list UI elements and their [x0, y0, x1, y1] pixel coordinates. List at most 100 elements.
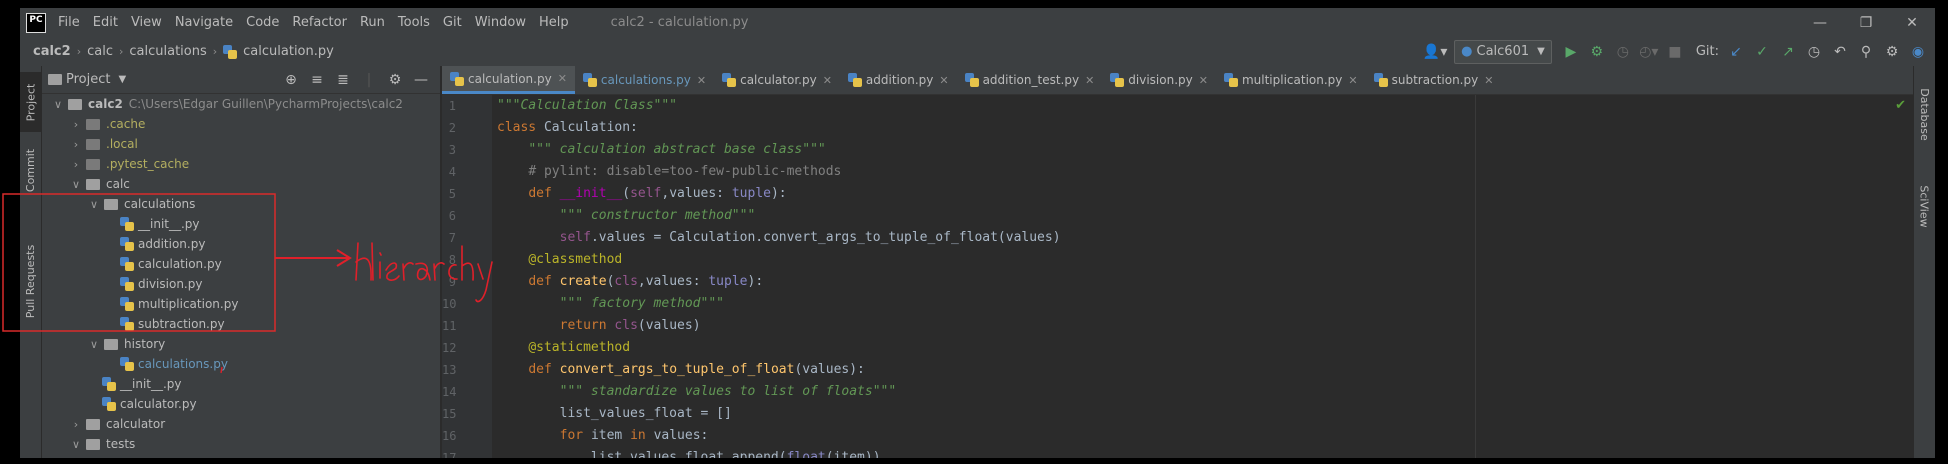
tree-item[interactable]: › .pytest_cache — [42, 154, 440, 174]
menu-code[interactable]: Code — [246, 15, 279, 30]
git-commit-icon[interactable]: ✓ — [1749, 40, 1775, 64]
tree-item[interactable]: division.py — [42, 274, 440, 294]
project-panel-title[interactable]: Project — [66, 72, 110, 87]
locate-file-icon[interactable]: ⊕ — [278, 72, 304, 88]
tree-item[interactable]: › .local — [42, 134, 440, 154]
expand-all-icon[interactable]: ≡ — [304, 72, 330, 88]
database-tool-tab[interactable]: Database — [1914, 74, 1935, 154]
profile-icon[interactable]: ◴▾ — [1636, 40, 1662, 64]
code-area[interactable]: """Calculation Class""" class Calculation… — [497, 95, 1061, 458]
editor-tab[interactable]: multiplication.py ✕ — [1216, 66, 1366, 94]
chevron-down-icon[interactable]: ∨ — [86, 338, 102, 351]
tree-item-label: history — [124, 337, 166, 351]
close-tab-icon[interactable]: ✕ — [1199, 74, 1208, 87]
menu-file[interactable]: File — [58, 15, 80, 30]
editor-tab[interactable]: calculator.py ✕ — [714, 66, 840, 94]
editor-tab[interactable]: calculations.py ✕ — [575, 66, 714, 94]
project-tool-tab[interactable]: Project — [20, 72, 41, 132]
breadcrumb-project[interactable]: calc2 — [33, 44, 71, 59]
stop-icon[interactable]: ■ — [1662, 40, 1688, 64]
line-number: 9 — [448, 275, 456, 289]
tree-item[interactable]: calculation.py — [42, 254, 440, 274]
chevron-right-icon[interactable]: › — [68, 138, 84, 151]
line-number: 1 — [448, 99, 456, 113]
collapse-all-icon[interactable]: ≣ — [330, 72, 356, 88]
breadcrumb-calc[interactable]: calc — [87, 44, 113, 59]
editor-tab[interactable]: subtraction.py ✕ — [1366, 66, 1502, 94]
chevron-down-icon[interactable]: ∨ — [68, 438, 84, 451]
gear-icon[interactable]: ⚙ — [382, 72, 408, 88]
pull-requests-tool-tab[interactable]: Pull Requests — [20, 226, 41, 336]
sciview-tool-tab[interactable]: SciView — [1914, 166, 1935, 246]
tree-item[interactable]: › calculator — [42, 414, 440, 434]
tree-item[interactable]: __init__.py — [42, 214, 440, 234]
close-tab-icon[interactable]: ✕ — [1085, 74, 1094, 87]
menu-tools[interactable]: Tools — [398, 15, 430, 30]
run-configuration-label: Calc601 — [1476, 44, 1530, 59]
menu-run[interactable]: Run — [360, 15, 385, 30]
code-token: ,values: — [661, 186, 732, 201]
menu-help[interactable]: Help — [539, 15, 569, 30]
tree-item[interactable]: ∨ calculations — [42, 194, 440, 214]
code-line: """ standardize values to list of floats… — [497, 381, 1061, 403]
hide-icon[interactable]: — — [408, 72, 434, 88]
settings-icon[interactable]: ⚙ — [1879, 40, 1905, 64]
git-update-icon[interactable]: ↙ — [1723, 40, 1749, 64]
chevron-down-icon[interactable]: ∨ — [50, 98, 66, 111]
tree-item[interactable]: multiplication.py — [42, 294, 440, 314]
chevron-right-icon[interactable]: › — [68, 158, 84, 171]
chevron-right-icon[interactable]: › — [68, 418, 84, 431]
run-icon[interactable]: ▶ — [1558, 40, 1584, 64]
coverage-icon[interactable]: ◷ — [1610, 40, 1636, 64]
tree-item[interactable]: ∨ calc2 C:\Users\Edgar Guillen\PycharmProj… — [42, 94, 440, 114]
tree-item[interactable]: ∨ history — [42, 334, 440, 354]
chevron-down-icon[interactable]: ∨ — [86, 198, 102, 211]
restore-icon[interactable]: ❐ — [1843, 8, 1889, 37]
rollback-icon[interactable]: ↶ — [1827, 40, 1853, 64]
code-token: create — [559, 274, 607, 289]
user-icon[interactable]: 👤▾ — [1422, 40, 1448, 64]
run-configuration-select[interactable]: ● Calc601 ▼ — [1454, 39, 1552, 64]
editor-tab[interactable]: addition.py ✕ — [840, 66, 957, 94]
debug-icon[interactable]: ⚙ — [1584, 40, 1610, 64]
chevron-down-icon[interactable]: ∨ — [68, 178, 84, 191]
code-token: .values = Calculation.convert_args_to_tu… — [590, 230, 1061, 245]
tree-item[interactable]: __init__.py — [42, 374, 440, 394]
inspection-ok-icon[interactable]: ✔ — [1895, 98, 1906, 113]
menu-edit[interactable]: Edit — [93, 15, 118, 30]
close-icon[interactable]: ✕ — [1889, 8, 1935, 37]
search-icon[interactable]: ⚲ — [1853, 40, 1879, 64]
close-tab-icon[interactable]: ✕ — [697, 74, 706, 87]
breadcrumb-file[interactable]: calculation.py — [243, 44, 334, 59]
close-tab-icon[interactable]: ✕ — [558, 72, 567, 85]
editor-tab[interactable]: calculation.py ✕ — [442, 66, 575, 94]
editor-tab[interactable]: addition_test.py ✕ — [957, 66, 1103, 94]
git-push-icon[interactable]: ↗ — [1775, 40, 1801, 64]
commit-tool-tab[interactable]: Commit — [20, 130, 41, 210]
tree-item[interactable]: calculations.py — [42, 354, 440, 374]
right-margin-guide — [1475, 95, 1476, 458]
close-tab-icon[interactable]: ✕ — [1484, 74, 1493, 87]
minimize-icon[interactable]: — — [1797, 8, 1843, 37]
tree-item[interactable]: addition.py — [42, 234, 440, 254]
menu-navigate[interactable]: Navigate — [175, 15, 233, 30]
chevron-right-icon[interactable]: › — [68, 118, 84, 131]
close-tab-icon[interactable]: ✕ — [939, 74, 948, 87]
tree-item[interactable]: › .cache — [42, 114, 440, 134]
breadcrumb-calculations[interactable]: calculations — [129, 44, 206, 59]
menu-window[interactable]: Window — [475, 15, 526, 30]
close-tab-icon[interactable]: ✕ — [823, 74, 832, 87]
tree-item[interactable]: ∨ tests — [42, 434, 440, 454]
menu-git[interactable]: Git — [443, 15, 462, 30]
tree-item[interactable]: subtraction.py — [42, 314, 440, 334]
code-line: list_values_float = [] — [497, 403, 1061, 425]
menu-view[interactable]: View — [131, 15, 162, 30]
editor-tab[interactable]: division.py ✕ — [1102, 66, 1216, 94]
tree-item[interactable]: ∨ calc — [42, 174, 440, 194]
tree-item[interactable]: calculator.py — [42, 394, 440, 414]
ide-features-icon[interactable]: ◉ — [1905, 40, 1931, 64]
history-icon[interactable]: ◷ — [1801, 40, 1827, 64]
close-tab-icon[interactable]: ✕ — [1348, 74, 1357, 87]
menu-refactor[interactable]: Refactor — [292, 15, 347, 30]
chevron-down-icon[interactable]: ▼ — [118, 74, 126, 85]
